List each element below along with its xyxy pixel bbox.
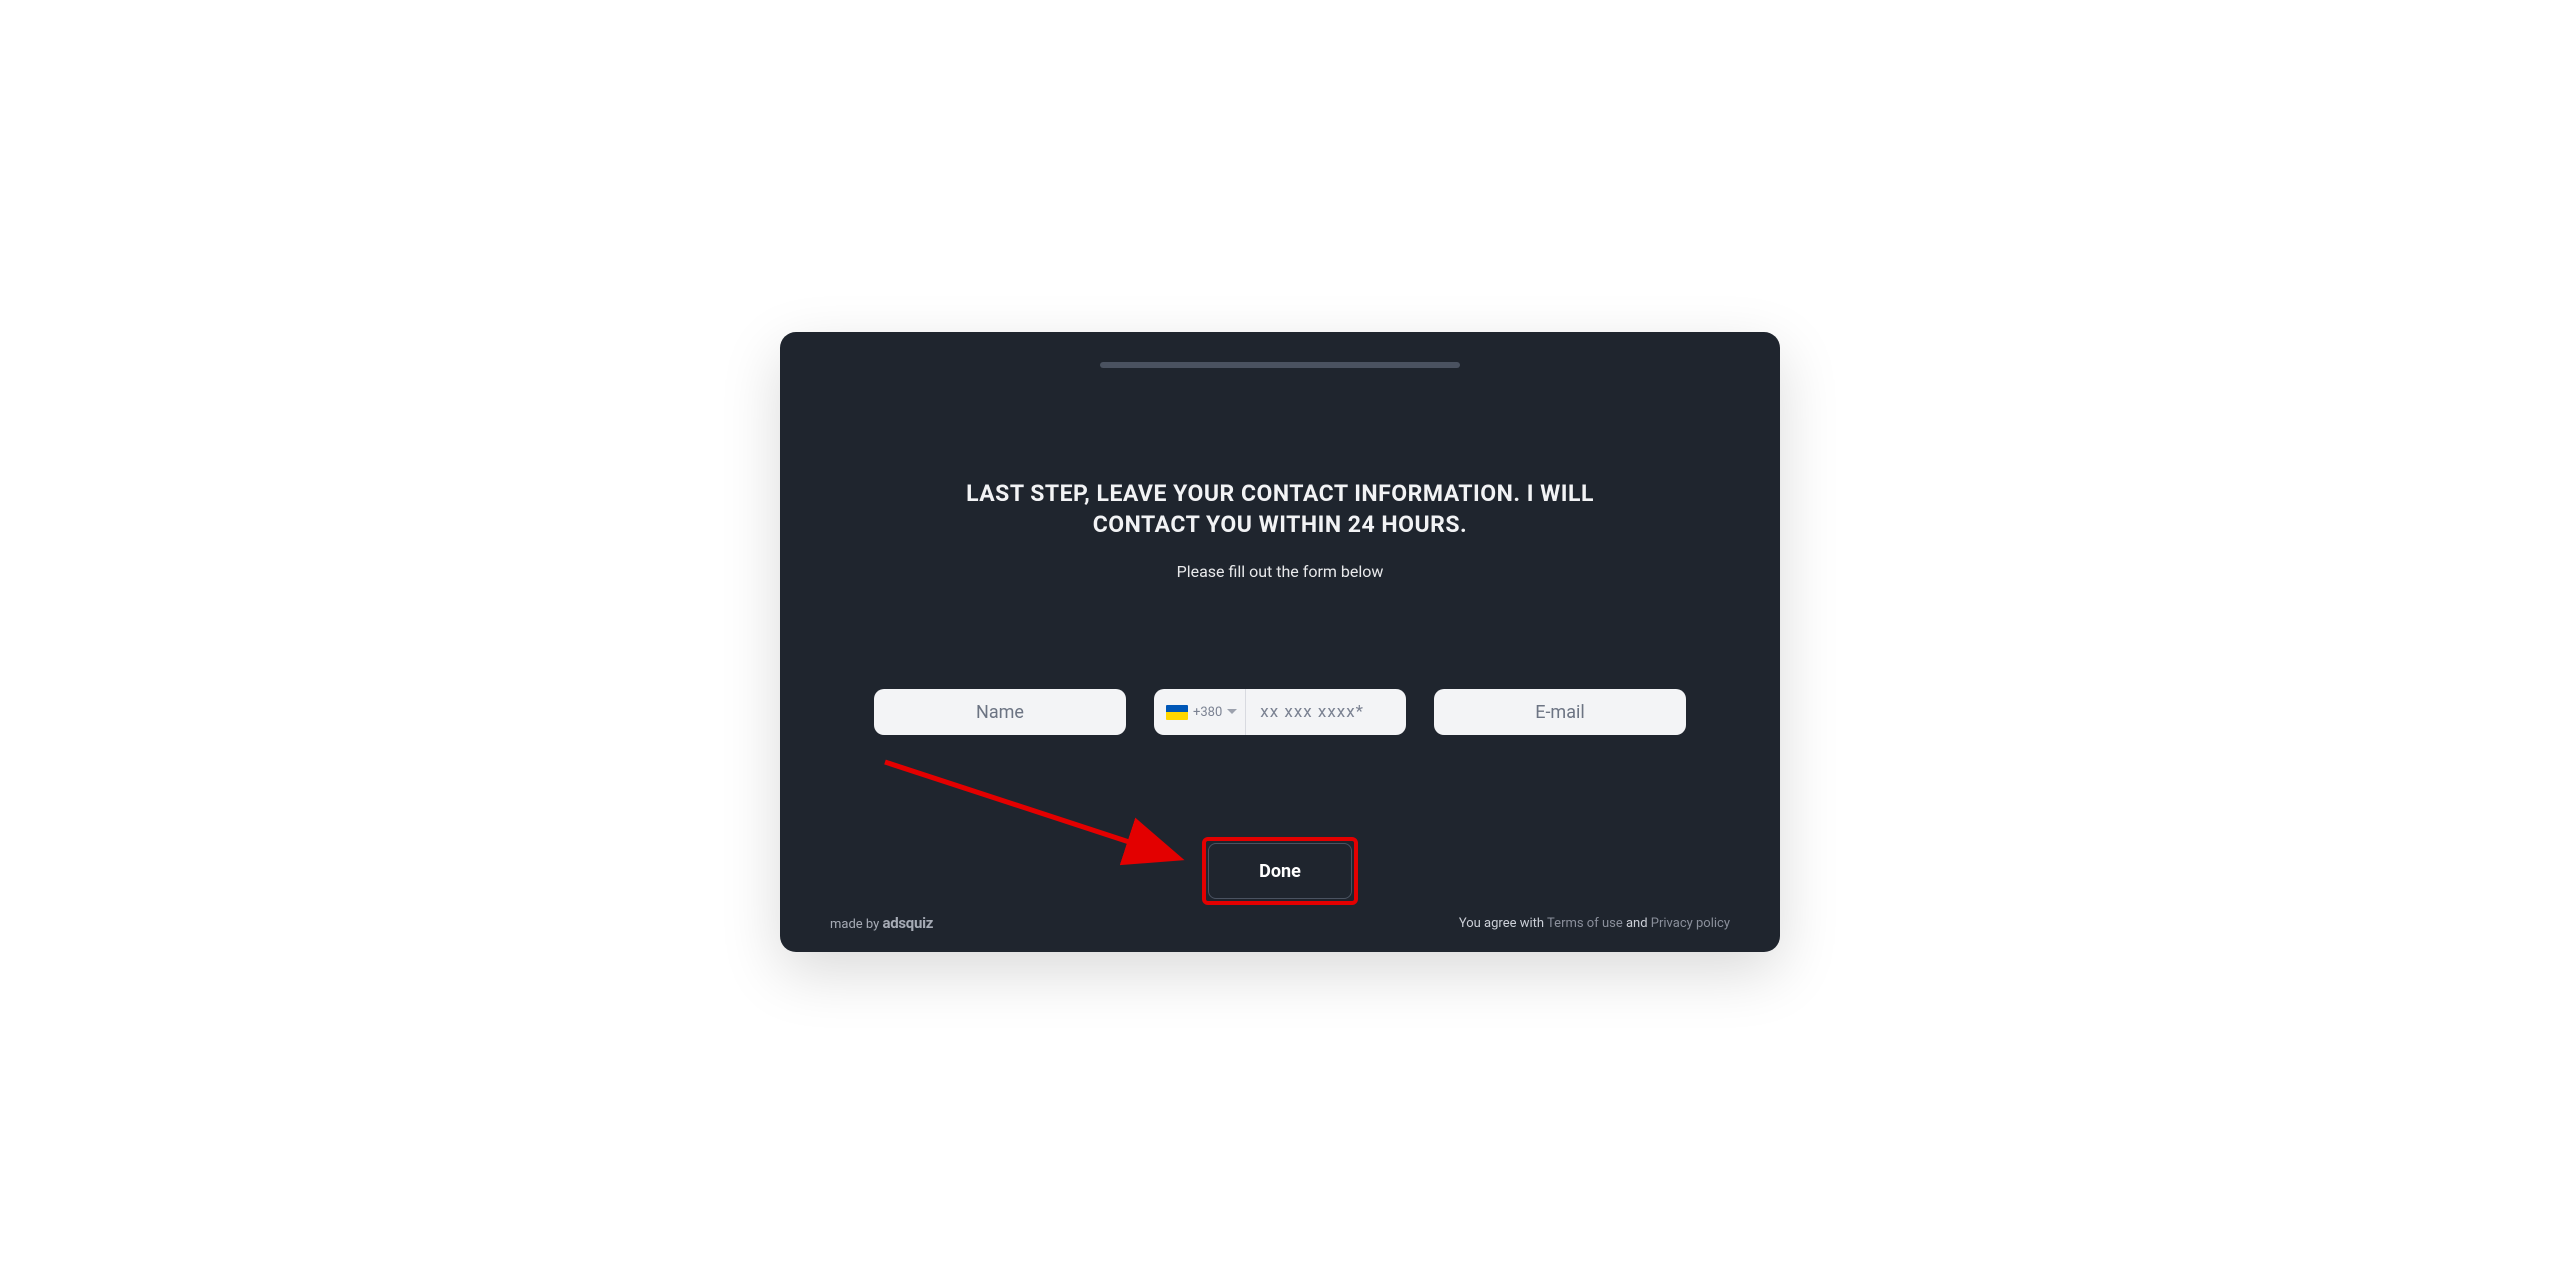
country-code-selector[interactable]: +380: [1154, 689, 1246, 735]
form-heading: LAST STEP, LEAVE YOUR CONTACT INFORMATIO…: [960, 478, 1600, 540]
name-input[interactable]: [874, 689, 1126, 735]
terms-link[interactable]: Terms of use: [1547, 916, 1623, 931]
contact-form-modal: LAST STEP, LEAVE YOUR CONTACT INFORMATIO…: [780, 332, 1780, 952]
done-button-wrapper: Done: [1208, 843, 1352, 899]
privacy-link[interactable]: Privacy policy: [1651, 916, 1730, 931]
ukraine-flag-icon: [1166, 705, 1188, 720]
made-by-prefix: made by: [830, 917, 883, 932]
modal-footer: made by adsquiz You agree with Terms of …: [830, 902, 1730, 932]
and-separator: and: [1623, 916, 1651, 931]
made-by-brand: adsquiz: [883, 914, 934, 932]
email-input-wrapper: [1434, 689, 1686, 735]
agreement-text: You agree with Terms of use and Privacy …: [1459, 916, 1730, 931]
done-button[interactable]: Done: [1208, 843, 1352, 899]
chevron-down-icon: [1227, 709, 1237, 715]
made-by-credit: made by adsquiz: [830, 914, 933, 932]
form-fields-row: +380: [830, 689, 1730, 735]
name-input-wrapper: [874, 689, 1126, 735]
form-subheading: Please fill out the form below: [1177, 562, 1384, 581]
phone-input-wrapper: +380: [1154, 689, 1406, 735]
agree-prefix: You agree with: [1459, 916, 1547, 931]
email-input[interactable]: [1434, 689, 1686, 735]
content-area: LAST STEP, LEAVE YOUR CONTACT INFORMATIO…: [830, 368, 1730, 902]
country-code-label: +380: [1193, 705, 1222, 720]
